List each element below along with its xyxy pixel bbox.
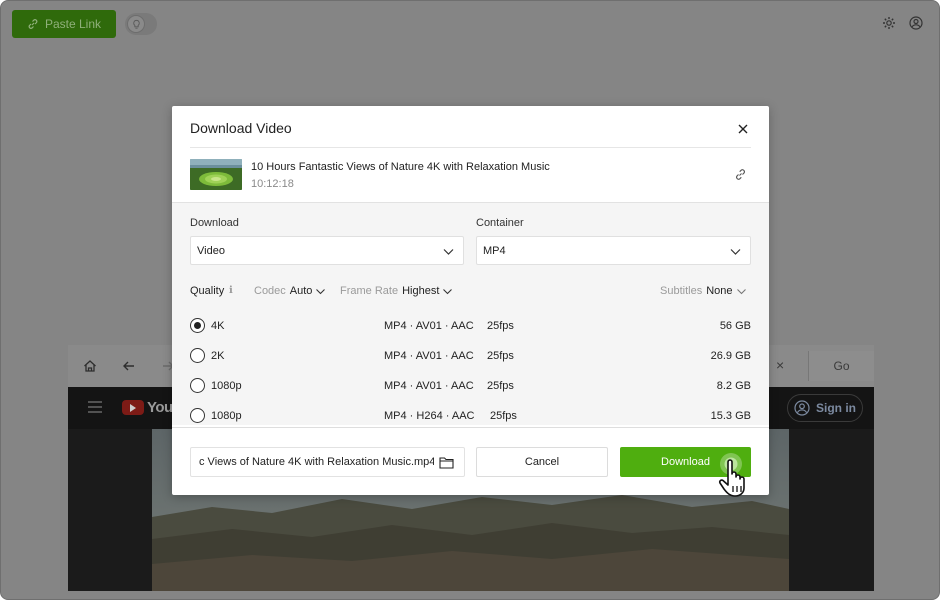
sign-in-button[interactable]: Sign in [787, 394, 863, 422]
video-thumbnail [190, 159, 242, 190]
filter-bar: Quality ℹ Codec Auto Frame Rate Highest … [190, 285, 751, 301]
account-icon[interactable] [909, 16, 923, 30]
radio-button[interactable] [190, 378, 205, 393]
frame-rate-filter[interactable]: Frame Rate Highest [340, 285, 453, 297]
quality-fps: 25fps [490, 410, 517, 422]
youtube-play-icon [122, 400, 144, 415]
quality-label: Quality [190, 285, 225, 297]
video-duration: 10:12:18 [251, 178, 294, 190]
filename-field[interactable]: c Views of Nature 4K with Relaxation Mus… [190, 447, 465, 477]
quality-format: MP4 · H264 · AAC [384, 410, 475, 422]
container-value: MP4 [483, 244, 506, 257]
info-icon[interactable]: ℹ [229, 285, 233, 296]
filename-value: c Views of Nature 4K with Relaxation Mus… [199, 456, 434, 468]
smart-mode-toggle[interactable] [125, 13, 157, 35]
lightbulb-icon [127, 15, 145, 33]
radio-button[interactable] [190, 408, 205, 423]
subtitles-filter[interactable]: Subtitles None [660, 285, 746, 297]
dialog-title: Download Video [190, 120, 292, 136]
quality-resolution: 2K [211, 350, 225, 362]
video-info: 10 Hours Fantastic Views of Nature 4K wi… [190, 159, 751, 193]
radio-button[interactable] [190, 348, 205, 363]
paste-link-label: Paste Link [44, 17, 102, 31]
frame-rate-value: Highest [402, 285, 440, 297]
gear-icon[interactable] [882, 16, 896, 30]
frame-rate-label: Frame Rate [340, 285, 399, 297]
codec-value: Auto [289, 285, 313, 297]
divider [172, 427, 769, 428]
quality-resolution: 1080p [211, 380, 242, 392]
home-icon[interactable] [82, 358, 98, 374]
account-icon [794, 400, 810, 416]
menu-icon[interactable] [88, 401, 102, 413]
paste-link-icon [28, 19, 38, 29]
codec-filter[interactable]: Codec Auto [254, 285, 326, 297]
close-icon[interactable] [736, 122, 750, 136]
codec-label: Codec [254, 285, 286, 297]
quality-option[interactable]: 2K MP4 · AV01 · AAC 25fps 26.9 GB [190, 346, 751, 366]
video-title: 10 Hours Fantastic Views of Nature 4K wi… [251, 161, 550, 173]
chevron-down-icon [736, 288, 746, 294]
clear-url-button[interactable]: × [776, 357, 784, 373]
quality-format: MP4 · AV01 · AAC [384, 320, 474, 332]
divider [190, 147, 751, 148]
link-icon[interactable] [734, 168, 747, 181]
quality-size: 15.3 GB [710, 410, 751, 422]
container-select[interactable]: MP4 [476, 236, 751, 265]
quality-option[interactable]: 4K MP4 · AV01 · AAC 25fps 56 GB [190, 316, 751, 336]
quality-format: MP4 · AV01 · AAC [384, 380, 474, 392]
options-panel: Download Container Video MP4 Quality ℹ C… [172, 202, 769, 425]
mountain-landscape-image [152, 495, 789, 591]
folder-icon[interactable] [439, 456, 454, 469]
quality-format: MP4 · AV01 · AAC [384, 350, 474, 362]
subtitles-value: None [706, 285, 733, 297]
quality-size: 26.9 GB [710, 350, 751, 362]
quality-resolution: 4K [211, 320, 225, 332]
sign-in-label: Sign in [816, 401, 856, 415]
download-type-select[interactable]: Video [190, 236, 464, 265]
cancel-button[interactable]: Cancel [476, 447, 608, 477]
radio-button-selected[interactable] [190, 318, 205, 333]
quality-option[interactable]: 1080p MP4 · H264 · AAC 25fps 15.3 GB [190, 406, 751, 426]
subtitles-label: Subtitles [660, 285, 703, 297]
chevron-down-icon [316, 288, 326, 294]
download-button[interactable]: Download [620, 447, 751, 477]
back-arrow-icon[interactable] [121, 358, 137, 374]
quality-size: 8.2 GB [716, 380, 751, 392]
quality-option[interactable]: 1080p MP4 · AV01 · AAC 25fps 8.2 GB [190, 376, 751, 396]
chevron-down-icon [730, 249, 741, 255]
container-label: Container [476, 217, 524, 229]
quality-fps: 25fps [487, 320, 514, 332]
download-video-dialog: Download Video 10 Hours Fantastic Views … [172, 106, 769, 495]
quality-size: 56 GB [719, 320, 751, 332]
quality-resolution: 1080p [211, 410, 242, 422]
go-button[interactable]: Go [808, 351, 874, 381]
download-type-label: Download [190, 217, 239, 229]
paste-link-button[interactable]: Paste Link [12, 10, 116, 38]
quality-fps: 25fps [487, 350, 514, 362]
chevron-down-icon [443, 249, 454, 255]
download-type-value: Video [197, 244, 225, 257]
chevron-down-icon [443, 288, 453, 294]
quality-fps: 25fps [487, 380, 514, 392]
